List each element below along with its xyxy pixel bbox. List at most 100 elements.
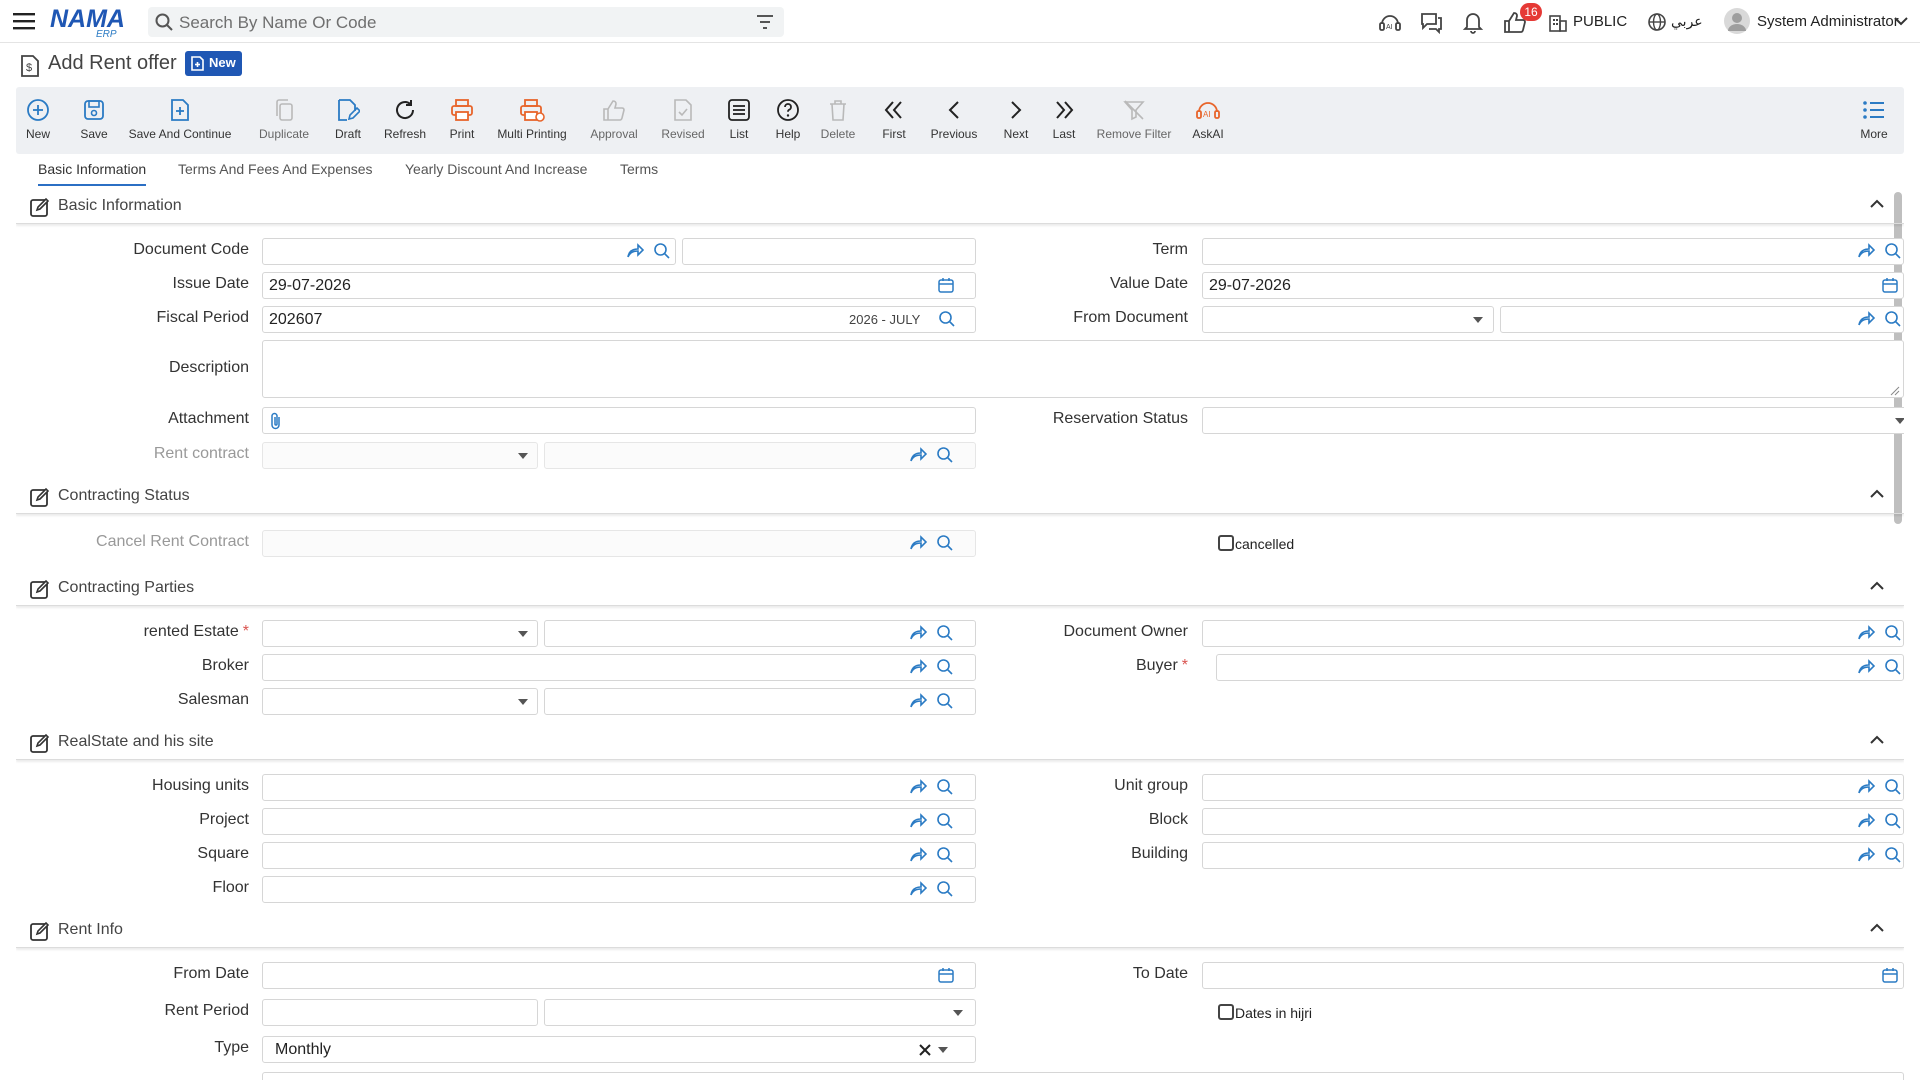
project-input[interactable] [262,808,976,835]
term-input[interactable] [1202,238,1904,265]
to-date-input[interactable] [1202,962,1904,989]
open-link-icon[interactable] [626,243,644,259]
resize-handle-icon[interactable] [1890,386,1900,396]
open-link-icon[interactable] [909,693,927,709]
housing-units-input[interactable] [262,774,976,801]
lookup-search-icon[interactable] [936,624,954,642]
open-link-icon[interactable] [909,881,927,897]
caret-down-icon[interactable] [938,1047,948,1053]
multi-printing-button[interactable]: Multi Printing [492,87,572,154]
save-button[interactable]: Save [76,87,112,154]
lookup-search-icon[interactable] [936,846,954,864]
open-link-icon[interactable] [1857,847,1875,863]
language-switch[interactable]: عربي [1671,13,1703,30]
lookup-search-icon[interactable] [1884,242,1902,260]
from-document-select[interactable] [1202,306,1494,333]
reservation-status-select[interactable] [1202,407,1904,434]
save-and-continue-button[interactable]: Save And Continue [128,87,232,154]
cancel-rent-contract-input[interactable] [262,530,976,557]
open-link-icon[interactable] [909,447,927,463]
revised-button[interactable]: Revised [658,87,708,154]
from-date-input[interactable] [262,962,976,989]
section-contracting-status[interactable]: Contracting Status [16,478,1904,514]
tab-yearly-discount-increase[interactable]: Yearly Discount And Increase [405,161,587,184]
globe-icon[interactable] [1647,12,1667,32]
block-input[interactable] [1202,808,1904,835]
askai-button[interactable]: AI AskAI [1188,87,1228,154]
caret-down-icon[interactable] [518,631,528,637]
caret-down-icon[interactable] [1473,317,1483,323]
avatar[interactable] [1724,8,1750,34]
issue-date-input[interactable]: 29-07-2026 [262,272,976,299]
dates-in-hijri-checkbox[interactable] [1218,1004,1234,1020]
broker-input[interactable] [262,654,976,681]
chevron-up-icon[interactable] [1870,735,1884,744]
tab-terms[interactable]: Terms [620,161,658,184]
open-link-icon[interactable] [1857,813,1875,829]
nama-logo[interactable]: NAMA ERP [50,4,132,38]
document-code-name-input[interactable] [682,238,976,265]
lookup-search-icon[interactable] [936,778,954,796]
lookup-search-icon[interactable] [936,880,954,898]
print-button[interactable]: Print [444,87,480,154]
user-name[interactable]: System Administrator [1757,13,1899,30]
open-link-icon[interactable] [909,779,927,795]
more-button[interactable]: More [1856,87,1892,154]
filter-icon[interactable] [757,15,773,29]
draft-button[interactable]: Draft [328,87,368,154]
clear-x-icon[interactable] [919,1044,931,1056]
chevron-up-icon[interactable] [1870,581,1884,590]
document-owner-input[interactable] [1202,620,1904,647]
calendar-icon[interactable] [1882,277,1898,293]
floor-input[interactable] [262,876,976,903]
last-button[interactable]: Last [1048,87,1080,154]
calendar-icon[interactable] [1882,967,1898,983]
lookup-search-icon[interactable] [1884,310,1902,328]
tab-terms-fees-expenses[interactable]: Terms And Fees And Expenses [178,161,373,184]
description-textarea[interactable] [262,340,1904,398]
lookup-search-icon[interactable] [1884,846,1902,864]
lookup-search-icon[interactable] [1884,812,1902,830]
chevron-up-icon[interactable] [1870,199,1884,208]
next-button[interactable]: Next [1000,87,1032,154]
caret-down-icon[interactable] [518,699,528,705]
delete-button[interactable]: Delete [818,87,858,154]
buyer-input[interactable] [1216,654,1904,681]
square-input[interactable] [262,842,976,869]
global-search[interactable]: Search By Name Or Code [148,7,784,37]
unit-group-input[interactable] [1202,774,1904,801]
open-link-icon[interactable] [909,659,927,675]
rent-period-input[interactable] [262,999,538,1026]
cancelled-checkbox[interactable] [1218,535,1234,551]
type-select[interactable]: Monthly [262,1036,976,1063]
section-basic-information[interactable]: Basic Information [16,188,1904,224]
lookup-search-icon[interactable] [938,310,956,328]
caret-down-icon[interactable] [518,453,528,459]
lookup-search-icon[interactable] [936,812,954,830]
from-document-name-input[interactable] [1500,306,1904,333]
duplicate-button[interactable]: Duplicate [256,87,312,154]
ai-support-icon[interactable]: AI [1378,10,1402,34]
list-button[interactable]: List [724,87,754,154]
chevron-up-icon[interactable] [1870,923,1884,932]
chevron-up-icon[interactable] [1870,489,1884,498]
rent-period-unit-select[interactable] [544,999,976,1026]
lookup-search-icon[interactable] [1884,658,1902,676]
new-button[interactable]: New [20,87,56,154]
refresh-button[interactable]: Refresh [380,87,430,154]
building-input[interactable] [1202,842,1904,869]
bell-icon[interactable] [1462,10,1484,34]
open-link-icon[interactable] [909,625,927,641]
lookup-search-icon[interactable] [653,242,671,260]
lookup-search-icon[interactable] [936,692,954,710]
lookup-search-icon[interactable] [936,658,954,676]
caret-down-icon[interactable] [953,1010,963,1016]
caret-down-icon[interactable] [1895,418,1904,424]
rented-estate-select[interactable] [262,620,538,647]
approval-button[interactable]: Approval [586,87,642,154]
open-link-icon[interactable] [1857,311,1875,327]
calendar-icon[interactable] [938,277,954,293]
lookup-search-icon[interactable] [1884,624,1902,642]
paperclip-icon[interactable] [269,412,283,430]
tab-basic-information[interactable]: Basic Information [38,161,147,186]
